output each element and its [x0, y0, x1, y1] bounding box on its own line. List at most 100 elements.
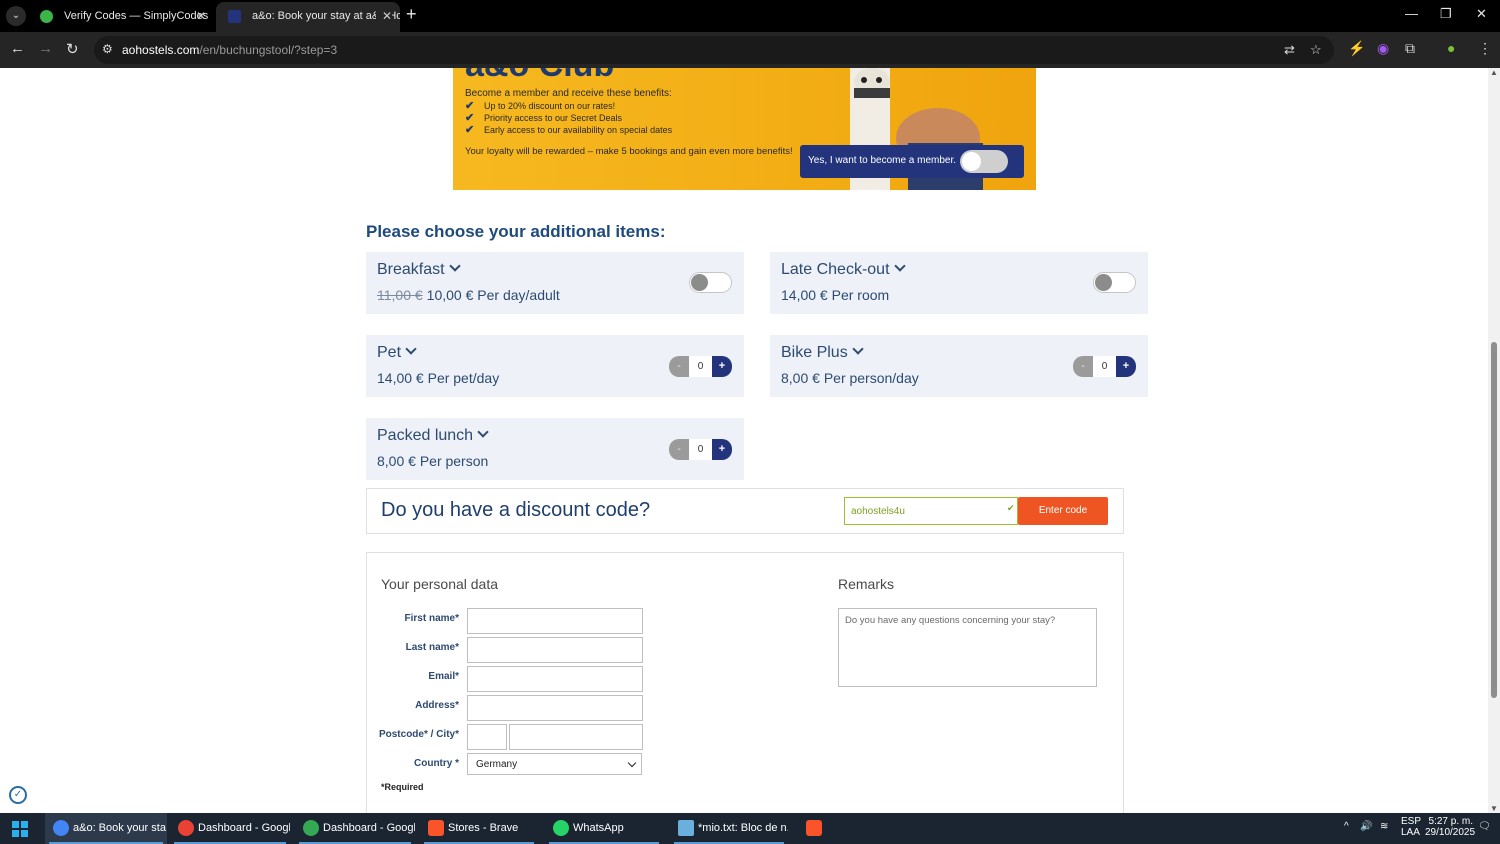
- address-bar[interactable]: ⚙ aohostels.com/en/buchungstool/?step=3 …: [94, 36, 1334, 64]
- increment-button[interactable]: +: [712, 439, 732, 460]
- decrement-button[interactable]: -: [669, 439, 689, 460]
- club-banner: a&o Club Become a member and receive the…: [453, 68, 1036, 190]
- item-bike-plus: Bike Plus 8,00 € Per person/day - 0 +: [770, 335, 1148, 397]
- decrement-button[interactable]: -: [669, 356, 689, 377]
- checkmark-icon: ✔: [465, 124, 475, 136]
- taskbar-item-chrome-dashboard-2[interactable]: Dashboard - Googl...: [295, 813, 415, 844]
- country-select[interactable]: Germany: [467, 753, 642, 775]
- brave-icon: [428, 820, 444, 836]
- item-name-expand[interactable]: Breakfast: [377, 260, 461, 279]
- increment-button[interactable]: +: [712, 356, 732, 377]
- club-title: a&o Club: [465, 68, 614, 85]
- scrollbar-thumb[interactable]: [1491, 342, 1497, 698]
- windows-taskbar: a&o: Book your sta... Dashboard - Googl.…: [0, 813, 1500, 844]
- first-name-field[interactable]: [467, 608, 643, 634]
- forward-icon[interactable]: →: [38, 40, 53, 57]
- windows-start-icon[interactable]: [12, 821, 28, 837]
- translate-icon[interactable]: ⇄: [1284, 42, 1295, 58]
- extension-bolt-icon[interactable]: ⚡: [1348, 40, 1365, 57]
- country-label: Country *: [414, 758, 459, 769]
- last-name-label: Last name*: [405, 642, 459, 653]
- chevron-down-icon: [405, 343, 417, 355]
- profile-avatar-icon[interactable]: ●: [1447, 40, 1455, 56]
- address-label: Address*: [415, 700, 459, 711]
- item-name-expand[interactable]: Late Check-out: [781, 260, 906, 279]
- taskbar-item-brave-pinned[interactable]: [800, 813, 830, 844]
- late-checkout-toggle[interactable]: [1093, 272, 1136, 293]
- discount-code-input[interactable]: aohostels4u: [844, 497, 1018, 525]
- enter-code-button[interactable]: Enter code: [1018, 497, 1108, 525]
- email-field[interactable]: [467, 666, 643, 692]
- chrome-icon: [303, 820, 319, 836]
- item-name-expand[interactable]: Packed lunch: [377, 426, 489, 445]
- new-tab-icon[interactable]: +: [406, 4, 417, 25]
- extension-purple-icon[interactable]: ◉: [1377, 40, 1389, 57]
- item-name-expand[interactable]: Bike Plus: [781, 343, 864, 362]
- scroll-up-icon[interactable]: ▲: [1490, 68, 1498, 77]
- chrome-icon: [53, 820, 69, 836]
- quantity-value[interactable]: 0: [1093, 356, 1116, 377]
- wifi-icon[interactable]: ≋: [1380, 821, 1388, 832]
- taskbar-item-whatsapp[interactable]: WhatsApp: [545, 813, 663, 844]
- membership-label: Yes, I want to become a member.: [808, 155, 957, 166]
- whatsapp-icon: [553, 820, 569, 836]
- tray-chevron-up-icon[interactable]: ^: [1344, 821, 1349, 832]
- close-tab-icon[interactable]: ✕: [375, 2, 392, 30]
- scroll-down-icon[interactable]: ▼: [1490, 804, 1498, 813]
- discount-section: Do you have a discount code? aohostels4u…: [366, 488, 1124, 534]
- clock[interactable]: 5:27 p. m. 29/10/2025: [1425, 816, 1475, 838]
- tab-search-icon[interactable]: ⌄: [6, 6, 26, 26]
- toggle-knob: [1095, 274, 1112, 291]
- benefit-item: ✔ Up to 20% discount on our rates!: [465, 100, 616, 112]
- verify-badge-icon[interactable]: ✓: [9, 786, 27, 804]
- chevron-down-icon: [448, 260, 461, 272]
- aohostels-favicon-icon: [228, 10, 241, 23]
- increment-button[interactable]: +: [1116, 356, 1136, 377]
- old-price: 11,00 €: [377, 287, 423, 303]
- chevron-down-icon: [477, 426, 489, 438]
- item-price: 8,00 € Per person/day: [781, 370, 919, 386]
- toggle-knob: [691, 274, 708, 291]
- taskbar-item-chrome[interactable]: a&o: Book your sta...: [45, 813, 167, 844]
- membership-toggle-box[interactable]: Yes, I want to become a member.: [800, 145, 1024, 178]
- city-field[interactable]: [509, 724, 643, 750]
- menu-kebab-icon[interactable]: ⋮: [1478, 40, 1492, 57]
- taskbar-item-notepad[interactable]: *mio.txt: Bloc de n...: [670, 813, 788, 844]
- notifications-icon[interactable]: 🗨: [1478, 821, 1491, 832]
- checkmark-icon: ✔: [465, 112, 475, 124]
- postcode-field[interactable]: [467, 724, 507, 750]
- last-name-field[interactable]: [467, 637, 643, 663]
- item-late-checkout: Late Check-out 14,00 € Per room: [770, 252, 1148, 314]
- personal-data-title: Your personal data: [381, 576, 499, 592]
- taskbar-item-brave[interactable]: Stores - Brave: [420, 813, 538, 844]
- page-scrollbar[interactable]: ▲ ▼: [1488, 68, 1500, 813]
- quantity-value[interactable]: 0: [689, 356, 712, 377]
- reload-icon[interactable]: ↻: [66, 40, 79, 58]
- volume-icon[interactable]: 🔊: [1360, 821, 1372, 832]
- taskbar-item-chrome-dashboard[interactable]: Dashboard - Googl...: [170, 813, 290, 844]
- extensions-puzzle-icon[interactable]: ⧉: [1405, 40, 1415, 57]
- tab-aohostels[interactable]: a&o: Book your stay at a&o Ho ✕: [216, 2, 400, 32]
- item-name-expand[interactable]: Pet: [377, 343, 417, 362]
- breakfast-toggle[interactable]: [689, 272, 732, 293]
- decrement-button[interactable]: -: [1073, 356, 1093, 377]
- email-label: Email*: [428, 671, 459, 682]
- close-window-icon[interactable]: ✕: [1476, 6, 1487, 22]
- tab-verify-codes[interactable]: Verify Codes — SimplyCodes ✕: [28, 2, 214, 32]
- loyalty-text: Your loyalty will be rewarded – make 5 b…: [465, 146, 793, 157]
- restore-icon[interactable]: ❐: [1440, 6, 1452, 22]
- site-info-icon[interactable]: ⚙: [102, 42, 113, 56]
- language-indicator[interactable]: ESP LAA: [1401, 816, 1421, 838]
- remarks-textarea[interactable]: Do you have any questions concerning you…: [838, 608, 1097, 687]
- benefits-list: ✔ Up to 20% discount on our rates! ✔ Prior…: [465, 100, 672, 136]
- address-field[interactable]: [467, 695, 643, 721]
- close-tab-icon[interactable]: ✕: [196, 2, 206, 30]
- minimize-icon[interactable]: —: [1405, 6, 1418, 21]
- bookmark-star-icon[interactable]: ☆: [1310, 42, 1322, 58]
- quantity-value[interactable]: 0: [689, 439, 712, 460]
- additional-items-title: Please choose your additional items:: [366, 222, 666, 241]
- back-icon[interactable]: ←: [10, 40, 25, 57]
- membership-toggle[interactable]: [960, 150, 1008, 173]
- item-packed-lunch: Packed lunch 8,00 € Per person - 0 +: [366, 418, 744, 480]
- chevron-down-icon: [852, 343, 864, 355]
